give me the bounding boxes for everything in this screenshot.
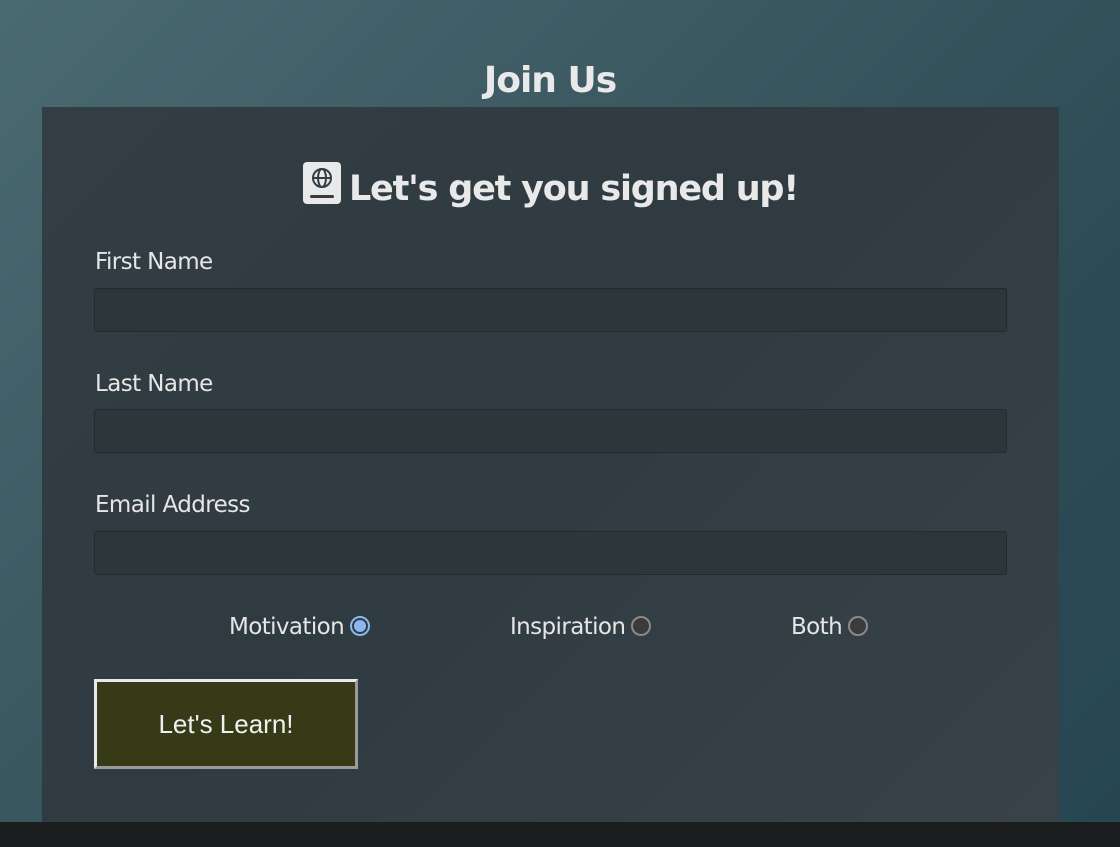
radio-label-motivation: Motivation <box>229 614 345 640</box>
last-name-label: Last Name <box>95 371 213 397</box>
radio-option-inspiration[interactable]: Inspiration <box>510 612 652 642</box>
radio-label-both: Both <box>791 614 843 640</box>
radio-label-inspiration: Inspiration <box>510 614 626 640</box>
first-name-input[interactable] <box>94 288 1007 332</box>
radio-option-both[interactable]: Both <box>791 612 869 642</box>
page-title: Join Us <box>483 60 617 101</box>
radio-both[interactable] <box>848 616 869 636</box>
passport-book-icon <box>302 162 341 204</box>
radio-option-motivation[interactable]: Motivation <box>229 612 371 642</box>
radio-inspiration[interactable] <box>631 616 652 636</box>
last-name-input[interactable] <box>94 409 1007 453</box>
form-title-text: Let's get you signed up! <box>348 169 799 209</box>
first-name-label: First Name <box>95 249 213 275</box>
form-title: Let's get you signed up! <box>42 162 1059 212</box>
email-input[interactable] <box>94 531 1007 575</box>
email-label: Email Address <box>95 492 251 518</box>
footer-bar <box>0 822 1120 847</box>
radio-motivation[interactable] <box>350 616 371 636</box>
submit-button[interactable]: Let's Learn! <box>94 679 358 769</box>
signup-card: Let's get you signed up! First Name Last… <box>42 107 1059 822</box>
